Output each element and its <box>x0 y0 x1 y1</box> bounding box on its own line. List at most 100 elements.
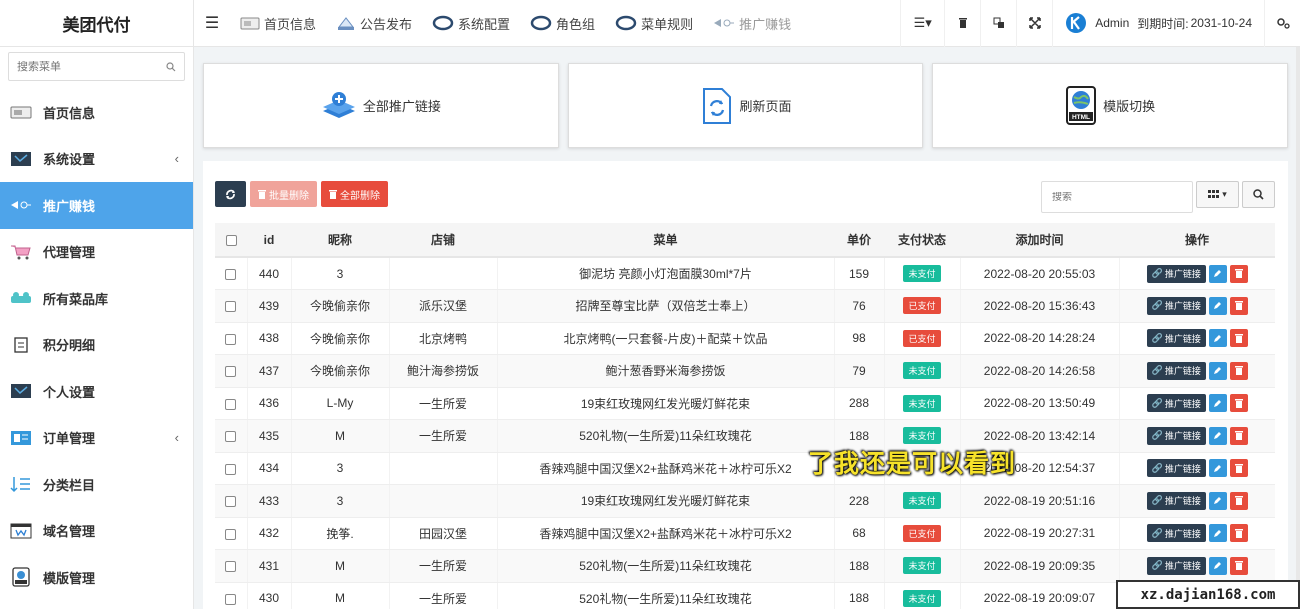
delete-button[interactable] <box>1229 296 1248 315</box>
page-scrollbar[interactable] <box>1296 47 1300 609</box>
column-header[interactable]: 单价 <box>834 223 884 258</box>
edit-button[interactable] <box>1208 296 1227 315</box>
row-checkbox[interactable] <box>225 301 237 313</box>
table-row[interactable]: 437 今晚偷亲你 鲍汁海参捞饭 鲍汁葱香野米海参捞饭 79 未支付 2022-08-20 … <box>215 354 1275 388</box>
sidebar-item-promote[interactable]: 推广赚钱 <box>0 182 193 229</box>
sidebar-item-templates[interactable]: 模版管理 <box>0 554 193 601</box>
promo-link-button[interactable]: 🔗推广链接 <box>1146 394 1206 413</box>
columns-toggle-button[interactable]: ▾ <box>1196 181 1239 208</box>
table-row[interactable]: 433 3 19束红玫瑰网红发光暖灯鲜花束 228 未支付 2022-08-19 20:5… <box>215 484 1275 518</box>
sidebar-item-categories[interactable]: 分类栏目 <box>0 461 193 508</box>
edit-button[interactable] <box>1208 329 1227 348</box>
edit-button[interactable] <box>1208 491 1227 510</box>
promo-link-button[interactable]: 🔗推广链接 <box>1146 329 1206 348</box>
row-checkbox[interactable] <box>225 333 237 345</box>
top-nav-system[interactable]: 系统配置 <box>422 0 520 47</box>
cell-shop: 鲍汁海参捞饭 <box>388 354 497 388</box>
top-nav-roles[interactable]: 角色组 <box>520 0 605 47</box>
promo-link-button[interactable]: 🔗推广链接 <box>1146 524 1206 543</box>
edit-button[interactable] <box>1208 556 1227 575</box>
column-header[interactable]: 添加时间 <box>960 223 1119 258</box>
table-row[interactable]: 431 M 一生所爱 520礼物(一生所爱)11朵红玫瑰花 188 未支付 2022-08-… <box>215 549 1275 583</box>
promo-link-button[interactable]: 🔗推广链接 <box>1146 426 1206 445</box>
refresh-button[interactable] <box>215 181 246 207</box>
top-nav-menu-rules[interactable]: 菜单规则 <box>605 0 703 47</box>
row-checkbox[interactable] <box>225 268 237 280</box>
sidebar-item-domains[interactable]: 域名管理 <box>0 508 193 555</box>
column-header[interactable]: 昵称 <box>291 223 389 258</box>
promo-link-button[interactable]: 🔗推广链接 <box>1146 491 1206 510</box>
delete-button[interactable] <box>1229 394 1248 413</box>
column-header[interactable]: 菜单 <box>497 223 834 258</box>
column-header[interactable]: id <box>247 223 291 258</box>
promo-link-button[interactable]: 🔗推广链接 <box>1146 361 1206 380</box>
table-search-input[interactable] <box>1052 191 1182 203</box>
edit-button[interactable] <box>1208 459 1227 478</box>
edit-button[interactable] <box>1208 264 1227 283</box>
brand-title[interactable]: 美团代付 <box>0 0 194 47</box>
table-row[interactable]: 438 今晚偷亲你 北京烤鸭 北京烤鸭(一只套餐-片皮)＋配菜＋饮品 98 已支付 2022… <box>215 322 1275 355</box>
row-select-cell <box>215 289 247 323</box>
cell-shop: 田园汉堡 <box>388 517 497 550</box>
top-nav-promote[interactable]: 推广赚钱 <box>703 0 801 47</box>
list-dropdown-icon[interactable]: ☰▾ <box>900 0 944 47</box>
link-icon: 🔗 <box>1151 462 1163 473</box>
row-checkbox[interactable] <box>225 366 237 378</box>
row-checkbox[interactable] <box>225 528 237 540</box>
translate-icon[interactable] <box>980 0 1016 47</box>
batch-delete-button[interactable]: 批量删除 <box>250 181 317 207</box>
search-icon[interactable] <box>166 61 176 72</box>
table-row[interactable]: 439 今晚偷亲你 派乐汉堡 招牌至尊宝比萨（双倍芝士奉上） 76 已支付 2022-08-… <box>215 289 1275 323</box>
table-row[interactable]: 440 3 御泥坊 亮颜小灯泡面膜30ml*7片 159 未支付 2022-08-20 2… <box>215 257 1275 290</box>
user-menu[interactable]: Admin 到期时间: 2031-10-24 <box>1052 0 1264 47</box>
sidebar-item-points[interactable]: 积分明细 <box>0 322 193 369</box>
advanced-search-button[interactable] <box>1242 181 1275 208</box>
row-checkbox[interactable] <box>225 431 237 443</box>
edit-button[interactable] <box>1208 524 1227 543</box>
column-header[interactable]: 支付状态 <box>884 223 960 258</box>
sidebar-item-system[interactable]: 系统设置 ‹ <box>0 136 193 183</box>
row-checkbox[interactable] <box>225 398 237 410</box>
row-checkbox[interactable] <box>225 463 237 475</box>
sidebar-item-profile[interactable]: 个人设置 <box>0 368 193 415</box>
card-template-switch[interactable]: HTML 模版切换 <box>932 63 1289 148</box>
row-checkbox[interactable] <box>225 561 237 573</box>
promo-link-button[interactable]: 🔗推广链接 <box>1146 296 1206 315</box>
trash-icon[interactable] <box>944 0 980 47</box>
top-nav-announce[interactable]: 公告发布 <box>326 0 422 47</box>
promo-link-button[interactable]: 🔗推广链接 <box>1146 459 1206 478</box>
delete-all-button[interactable]: 全部删除 <box>321 181 388 207</box>
sidebar-toggle-icon[interactable]: ☰ <box>194 0 230 47</box>
column-header[interactable]: 店铺 <box>389 223 497 258</box>
select-all-checkbox[interactable] <box>225 234 237 246</box>
sidebar-item-orders[interactable]: 订单管理 ‹ <box>0 415 193 462</box>
table-row[interactable]: 432 挽筝. 田园汉堡 香辣鸡腿中国汉堡X2+盐酥鸡米花＋冰柠可乐X2 68 已支付 20… <box>215 517 1275 550</box>
delete-button[interactable] <box>1229 556 1248 575</box>
table-row[interactable]: 435 M 一生所爱 520礼物(一生所爱)11朵红玫瑰花 188 未支付 2022-08-… <box>215 419 1275 453</box>
delete-button[interactable] <box>1229 361 1248 380</box>
sidebar-search-input[interactable] <box>17 60 157 73</box>
edit-button[interactable] <box>1208 394 1227 413</box>
edit-button[interactable] <box>1208 361 1227 380</box>
sidebar-item-agents[interactable]: 代理管理 <box>0 229 193 276</box>
card-refresh-page[interactable]: 刷新页面 <box>567 63 924 148</box>
delete-button[interactable] <box>1229 524 1248 543</box>
fullscreen-icon[interactable] <box>1016 0 1052 47</box>
delete-button[interactable] <box>1229 426 1248 445</box>
sidebar-item-home[interactable]: 首页信息 <box>0 89 193 136</box>
top-nav-home[interactable]: 首页信息 <box>230 0 326 47</box>
delete-button[interactable] <box>1229 491 1248 510</box>
gear-icon[interactable] <box>1264 0 1300 47</box>
delete-button[interactable] <box>1229 329 1248 348</box>
delete-button[interactable] <box>1229 459 1248 478</box>
delete-button[interactable] <box>1229 264 1248 283</box>
row-checkbox[interactable] <box>225 496 237 508</box>
table-row[interactable]: 434 3 香辣鸡腿中国汉堡X2+盐酥鸡米花＋冰柠可乐X2 2022-08-20 12… <box>215 452 1275 485</box>
table-row[interactable]: 436 L-My 一生所爱 19束红玫瑰网红发光暖灯鲜花束 288 未支付 2022-08-… <box>215 387 1275 420</box>
edit-button[interactable] <box>1208 426 1227 445</box>
promo-link-button[interactable]: 🔗推广链接 <box>1146 556 1206 575</box>
card-all-promo-links[interactable]: 全部推广链接 <box>203 63 559 148</box>
promo-link-button[interactable]: 🔗推广链接 <box>1146 264 1206 283</box>
sidebar-item-dishes[interactable]: 所有菜品库 <box>0 275 193 322</box>
row-checkbox[interactable] <box>225 593 237 605</box>
